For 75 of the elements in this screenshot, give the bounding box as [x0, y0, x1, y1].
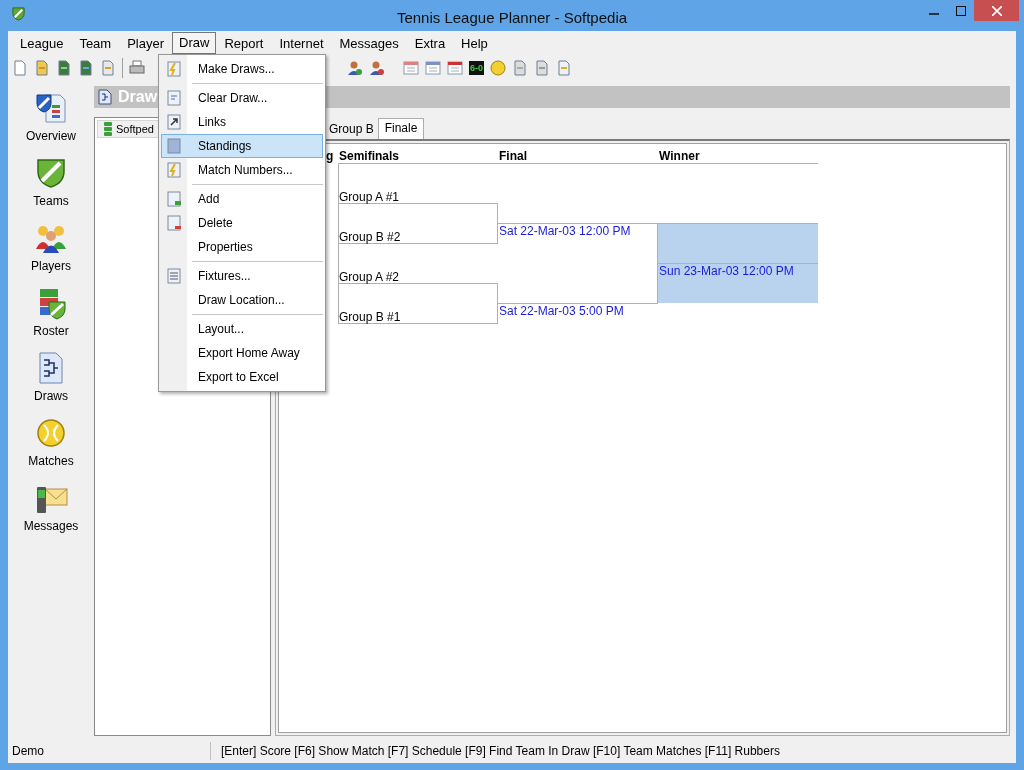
lightning-document-icon[interactable] [556, 60, 572, 76]
column-header: Winner [659, 149, 700, 163]
database-icon [104, 122, 112, 136]
tennis-ball-icon[interactable] [490, 60, 506, 76]
menu-item[interactable]: Extra [406, 32, 454, 54]
printer-icon[interactable] [129, 60, 145, 76]
column-header: Final [499, 149, 527, 163]
status-text: Demo [11, 742, 45, 760]
menu-item[interactable]: Messages [331, 32, 407, 54]
sidebar-item[interactable]: Draws [13, 351, 89, 405]
sidebar-item[interactable]: Messages [13, 481, 89, 535]
section-title: Draw [118, 87, 158, 107]
score-button[interactable]: 6-0 [469, 61, 484, 75]
tennis-ball-icon [34, 416, 68, 450]
sidebar-item[interactable]: Matches [13, 416, 89, 470]
menu-option[interactable]: Match Numbers... [161, 158, 323, 182]
column-header: Semifinals [339, 149, 400, 163]
menu-option[interactable]: Layout... [161, 317, 323, 341]
menu-option[interactable]: Add [161, 187, 323, 211]
menu-item[interactable]: Draw [172, 32, 217, 54]
user-remove-icon[interactable] [369, 60, 385, 76]
match-time[interactable]: Sat 22-Mar-03 5:00 PM [499, 304, 624, 318]
close-icon [991, 5, 1002, 16]
minimize-icon [928, 12, 939, 15]
save-icon[interactable] [56, 60, 72, 76]
user-add-icon[interactable] [347, 60, 363, 76]
window-title: Tennis League Planner - Softpedia [395, 8, 629, 28]
menu-item[interactable]: Internet [271, 32, 332, 54]
entry-label: Group A #2 [339, 270, 400, 284]
add-document-icon [166, 191, 182, 207]
entry-label: Group A #1 [339, 190, 400, 204]
menu-item[interactable]: Player [119, 32, 173, 54]
entry-label: Group B #1 [339, 310, 401, 324]
close-button[interactable] [974, 0, 1019, 21]
entry-label: Group B #2 [339, 230, 401, 244]
calendar-icon[interactable] [425, 60, 441, 76]
menu-item[interactable]: Team [71, 32, 120, 54]
column-header: g [326, 149, 334, 163]
tree-label: Softped [116, 121, 154, 137]
document-icon[interactable] [534, 60, 550, 76]
status-hint: [Enter] Score [F6] Show Match [F7] Schedule [F9] Find Team In Draw [F10] Team Matches [F11] Rubbers [220, 742, 780, 760]
tab[interactable]: Finale [377, 118, 425, 139]
sidebar-item[interactable]: Teams [13, 156, 89, 210]
menu-item[interactable]: Report [216, 32, 272, 54]
sidebar-item[interactable]: Players [13, 221, 89, 275]
bracket-document-icon [98, 89, 112, 105]
menu-option[interactable]: Export to Excel [161, 365, 323, 389]
match-time[interactable]: Sun 23-Mar-03 12:00 PM [659, 264, 794, 278]
app-icon [11, 6, 26, 21]
calendar-delete-icon[interactable] [447, 60, 463, 76]
remove-document-icon [166, 215, 182, 231]
menu-option[interactable]: Clear Draw... [161, 86, 323, 110]
lightning-number-icon [166, 162, 182, 178]
menu-item[interactable]: League [12, 32, 72, 54]
sidebar-item[interactable]: Roster [13, 286, 89, 340]
menu-item[interactable]: Help [453, 32, 496, 54]
calendar-icon[interactable] [403, 60, 419, 76]
menu-option[interactable]: Export Home Away [161, 341, 323, 365]
sidebar-item[interactable]: Overview [13, 91, 89, 145]
new-file-icon[interactable] [12, 60, 28, 76]
menu-option[interactable]: Fixtures... [161, 264, 323, 288]
shield-document-icon [34, 91, 68, 125]
menu-option[interactable]: Properties [161, 235, 323, 259]
document-icon[interactable] [512, 60, 528, 76]
shield-icon [34, 156, 68, 190]
menu-option[interactable]: Standings [161, 134, 323, 158]
match-time[interactable]: Sat 22-Mar-03 12:00 PM [499, 224, 631, 238]
menu-option[interactable]: Draw Location... [161, 288, 323, 312]
menu-option[interactable]: Make Draws... [161, 57, 323, 81]
maximize-icon [955, 5, 966, 16]
save-icon[interactable] [78, 60, 94, 76]
properties-icon[interactable] [100, 60, 116, 76]
fixtures-grid-icon [166, 268, 182, 284]
lightning-document-icon [166, 61, 182, 77]
menu-option[interactable]: Delete [161, 211, 323, 235]
